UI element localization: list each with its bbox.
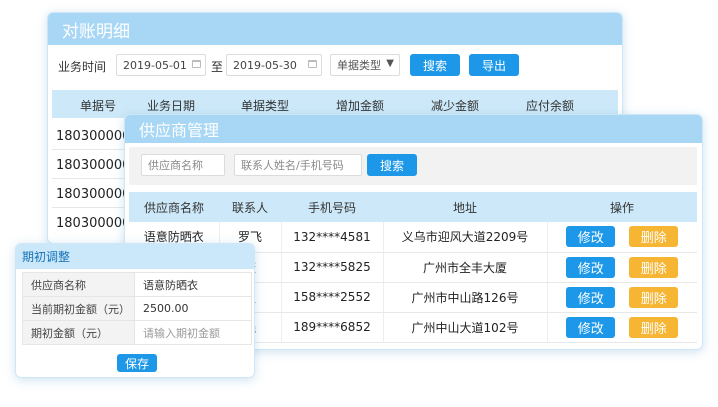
- business-time-label: 业务时间: [58, 60, 107, 74]
- search-button[interactable]: 搜索: [410, 54, 460, 76]
- opening-balance-dialog: 期初调整 供应商名称 语意防晒衣 当前期初金额（元） 2500.00 期初金额（…: [15, 243, 255, 378]
- supplier-name-value: 语意防晒衣: [134, 272, 252, 297]
- table-cell: 180300000: [56, 158, 131, 173]
- field-label: 期初金额（元）: [22, 320, 135, 345]
- supplier-search-button[interactable]: 搜索: [367, 154, 417, 176]
- opening-balance-form: 供应商名称 语意防晒衣 当前期初金额（元） 2500.00 期初金额（元） 请输…: [22, 272, 252, 345]
- column-header: 地址: [383, 192, 547, 222]
- table-cell: 180300000: [56, 129, 131, 144]
- delete-button[interactable]: 删除: [629, 316, 679, 338]
- doc-type-select[interactable]: 单据类型 ▼: [330, 54, 400, 76]
- dialog-title: 期初调整: [22, 250, 71, 264]
- table-cell: 180300000: [56, 216, 131, 231]
- supplier-searchbar: 供应商名称 联系人姓名/手机号码 搜索: [129, 147, 697, 185]
- column-header: 业务日期: [147, 99, 196, 113]
- reconciliation-header: 对账明细: [48, 13, 622, 45]
- table-cell: 180300000: [56, 187, 131, 202]
- actions-cell: 修改 删除: [547, 312, 697, 343]
- export-button[interactable]: 导出: [469, 54, 519, 76]
- address-cell: 义乌市迎风大道2209号: [383, 222, 548, 253]
- address-cell: 广州市全丰大厦: [383, 252, 548, 283]
- save-button[interactable]: 保存: [117, 354, 157, 372]
- form-row: 期初金额（元） 请输入期初金额: [22, 320, 252, 345]
- date-end-input[interactable]: 2019-05-30: [226, 54, 322, 76]
- column-header: 单据类型: [241, 99, 290, 113]
- calendar-icon: [308, 60, 317, 68]
- actions-cell: 修改 删除: [547, 222, 697, 253]
- address-cell: 广州市中山路126号: [383, 282, 548, 313]
- edit-button[interactable]: 修改: [566, 256, 616, 278]
- supplier-title: 供应商管理: [139, 121, 220, 140]
- reconciliation-title: 对账明细: [62, 21, 130, 42]
- field-label: 供应商名称: [22, 272, 135, 297]
- column-header: 增加金额: [336, 99, 385, 113]
- actions-cell: 修改 删除: [547, 282, 697, 313]
- column-header: 手机号码: [281, 192, 383, 222]
- row-divider: [52, 207, 127, 208]
- date-start-input[interactable]: 2019-05-01: [116, 54, 206, 76]
- column-header: 操作: [547, 192, 697, 222]
- phone-cell: 189****6852: [281, 312, 384, 343]
- column-header: 供应商名称: [129, 192, 219, 222]
- address-cell: 广州中山大道102号: [383, 312, 548, 343]
- column-header: 联系人: [219, 192, 281, 222]
- delete-button[interactable]: 删除: [629, 256, 679, 278]
- table-header-row: 供应商名称 联系人 手机号码 地址 操作: [129, 192, 697, 222]
- form-row: 供应商名称 语意防晒衣: [22, 272, 252, 297]
- delete-button[interactable]: 删除: [629, 226, 679, 248]
- row-divider: [52, 149, 127, 150]
- dialog-header: 期初调整: [16, 244, 254, 269]
- phone-cell: 158****2552: [281, 282, 384, 313]
- date-separator: 至: [211, 60, 224, 74]
- edit-button[interactable]: 修改: [566, 286, 616, 308]
- calendar-icon: [192, 60, 201, 68]
- dropdown-arrow-icon: ▼: [386, 58, 394, 69]
- edit-button[interactable]: 修改: [566, 226, 616, 248]
- contact-search-input[interactable]: 联系人姓名/手机号码: [234, 154, 362, 176]
- current-opening-amount-value: 2500.00: [134, 296, 252, 321]
- phone-cell: 132****5825: [281, 252, 384, 283]
- form-row: 当前期初金额（元） 2500.00: [22, 296, 252, 321]
- edit-button[interactable]: 修改: [566, 316, 616, 338]
- actions-cell: 修改 删除: [547, 252, 697, 283]
- row-divider: [52, 178, 127, 179]
- column-header: 减少金额: [431, 99, 480, 113]
- opening-amount-input[interactable]: 请输入期初金额: [134, 320, 252, 345]
- supplier-name-input[interactable]: 供应商名称: [141, 154, 225, 176]
- phone-cell: 132****4581: [281, 222, 384, 253]
- delete-button[interactable]: 删除: [629, 286, 679, 308]
- supplier-header: 供应商管理: [125, 115, 702, 143]
- column-header: 应付余额: [526, 99, 575, 113]
- field-label: 当前期初金额（元）: [22, 296, 135, 321]
- column-header: 单据号: [80, 99, 117, 113]
